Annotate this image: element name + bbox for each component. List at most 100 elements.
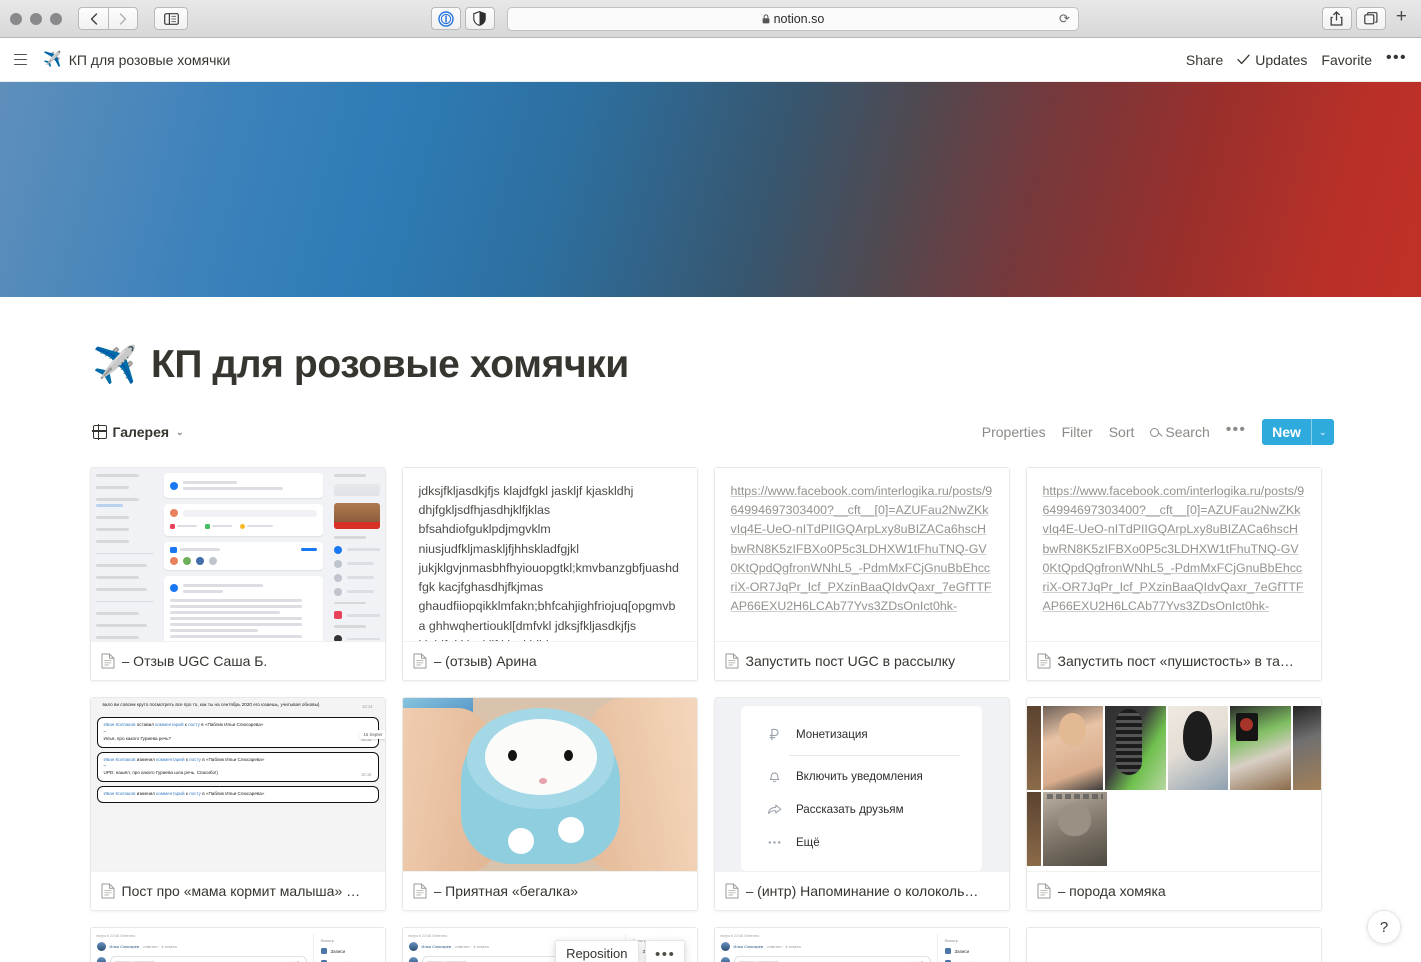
gallery-grid: ГДЕ [88,467,1334,962]
card-preview-empty [1026,928,1321,962]
help-button[interactable]: ? [1367,910,1401,944]
gallery-card[interactable]: https://www.facebook.com/interlogika.ru/… [1025,467,1322,681]
gallery-card[interactable]: jdksjfkljasdkjfjs klajdfgkl jaskljf kjas… [401,467,698,681]
filter-checkbox[interactable]: Записи [320,948,385,954]
gallery-card[interactable] [1025,927,1322,962]
card-preview-photo-grid [1026,698,1321,872]
breadcrumb[interactable]: КП для розовые хомячки [69,52,231,68]
more-options-icon[interactable]: ••• [1386,49,1407,67]
database-more-icon[interactable]: ••• [1226,421,1246,439]
gallery-card-hovered[interactable]: вчера в 23:46 Ответить Илья Слюсарев отв… [401,927,698,962]
gallery-grid-icon [91,424,108,440]
close-window-button[interactable] [10,12,22,25]
card-preview-telegram-chat: вало ви совсем круто посмотреть все про … [90,698,385,872]
properties-button[interactable]: Properties [982,424,1046,440]
hamburger-menu-icon[interactable] [12,50,29,69]
ruble-icon [769,728,779,741]
menu-item-monetization: Монетизация [741,718,982,751]
comment-input[interactable]: Написать комментарий... ◌◌◌ ➤ [733,956,931,962]
card-preview-comments: вчера в 23:46 Ответить Илья Слюсарев отв… [714,928,1009,962]
card-preview-url-content[interactable]: https://www.facebook.com/interlogika.ru/… [715,468,1009,617]
sort-button[interactable]: Sort [1109,424,1135,440]
card-preview-url-content[interactable]: https://www.facebook.com/interlogika.ru/… [1027,468,1321,617]
page-icon-emoji[interactable]: ✈️ [93,344,138,386]
page-title[interactable]: ✈️ КП для розовые хомячки [88,343,1334,387]
card-preview-url: https://www.facebook.com/interlogika.ru/… [1026,468,1321,642]
sidebar-toggle-button[interactable] [154,7,188,30]
tab-galereya[interactable]: Галерея ⌄ [91,424,184,440]
forward-button[interactable] [108,7,138,30]
address-bar[interactable]: notion.so ⟳ [506,6,1079,31]
card-title: – Приятная «бегалка» [403,872,697,910]
search-icon [1150,427,1160,437]
photo-desk-setup [1230,706,1291,790]
chevron-down-icon[interactable]: ⌄ [176,427,184,438]
comment-author: Илья Слюсарев [109,944,140,949]
reload-button[interactable]: ⟳ [1059,11,1070,27]
new-button-label: New [1272,424,1301,440]
page-cover-image[interactable] [0,82,1421,297]
menu-item-label: Ещё [795,836,820,849]
favorite-button[interactable]: Favorite [1321,52,1372,68]
chat-link[interactable]: посту [189,757,201,762]
show-tabs-button[interactable] [1355,7,1386,30]
card-title: – порода хомяка [1027,872,1321,910]
chat-action: оставил [136,721,154,727]
avatar [96,942,106,951]
chat-link[interactable]: посту [188,722,200,727]
minimize-window-button[interactable] [30,12,42,25]
menu-item-notifications: Включить уведомления [741,760,982,793]
new-button[interactable]: New ⌄ [1262,419,1334,445]
share-button[interactable] [1321,7,1352,30]
share-button[interactable]: Share [1186,52,1223,68]
gallery-card[interactable]: https://www.facebook.com/interlogika.ru/… [713,467,1010,681]
chat-date-badge: 16 Septer [359,730,385,739]
gallery-card[interactable]: вчера в 23:46 Ответить Илья Слюсарев отв… [89,927,386,962]
chat-message: Иван Колпаков изменил комментарий к пост… [96,786,379,804]
new-button-chevron-down-icon[interactable]: ⌄ [1312,419,1334,445]
gallery-card[interactable]: – Приятная «бегалка» [401,697,698,911]
filter-checkbox[interactable]: Записи [944,948,1009,954]
filter-header: Фильтр [320,938,334,943]
card-title: – (отзыв) Арина [403,642,697,680]
privacy-report-button[interactable] [464,7,495,30]
more-dots-icon [768,841,781,844]
chat-link[interactable]: комментарий [156,791,184,796]
gallery-card[interactable]: – порода хомяка [1025,697,1322,911]
back-button[interactable] [78,7,108,30]
avatar [408,942,418,951]
search-button[interactable]: Search [1150,424,1210,440]
navigation-buttons [78,7,138,30]
chat-time: 16:18 [361,771,372,777]
filter-button[interactable]: Filter [1062,424,1093,440]
chat-body: Илья, про какого Гуриева речь? [103,735,172,741]
gallery-card[interactable]: вчера в 23:46 Ответить Илья Слюсарев отв… [713,927,1010,962]
gallery-card[interactable]: Монетизация Включить уведомления Рассказ… [713,697,1010,911]
comment-meta: ответил · 4 ответа [143,944,177,949]
avatar [720,957,730,962]
chat-mid: к [184,721,187,727]
reposition-button[interactable]: Reposition [555,940,639,962]
database-toolbar: Галерея ⌄ Properties Filter Sort Search … [88,417,1334,447]
chat-link[interactable]: комментарий [155,722,183,727]
chat-link[interactable]: комментарий [156,757,184,762]
chat-message: Иван Колпаков изменил комментарий к пост… [96,751,379,783]
gallery-card[interactable]: ГДЕ [89,467,386,681]
photo-desk-edge [1292,706,1321,790]
card-preview-comments: вчера в 23:46 Ответить Илья Слюсарев отв… [90,928,385,962]
card-more-options-icon[interactable]: ••• [644,940,685,962]
chat-link[interactable]: посту [189,791,201,796]
maximize-window-button[interactable] [50,12,62,25]
filter-label: Записи [330,948,346,954]
sidebar-toggle-icon [163,12,179,25]
new-tab-button[interactable]: + [1390,6,1411,31]
1password-extension-button[interactable] [430,7,461,30]
updates-button[interactable]: Updates [1237,52,1307,68]
gallery-card[interactable]: вало ви совсем круто посмотреть все про … [89,697,386,911]
card-title-text: – (отзыв) Арина [433,652,537,669]
photo-cat [1042,792,1107,866]
comment-input[interactable]: Написать комментарий... ◌◌◌ ➤ [109,956,307,962]
card-preview-text-content: jdksjfkljasdkjfjs klajdfgkl jaskljf kjas… [418,484,679,641]
share-icon [1330,11,1343,26]
card-title-text: Запустить пост «пушистость» в та… [1057,652,1294,669]
